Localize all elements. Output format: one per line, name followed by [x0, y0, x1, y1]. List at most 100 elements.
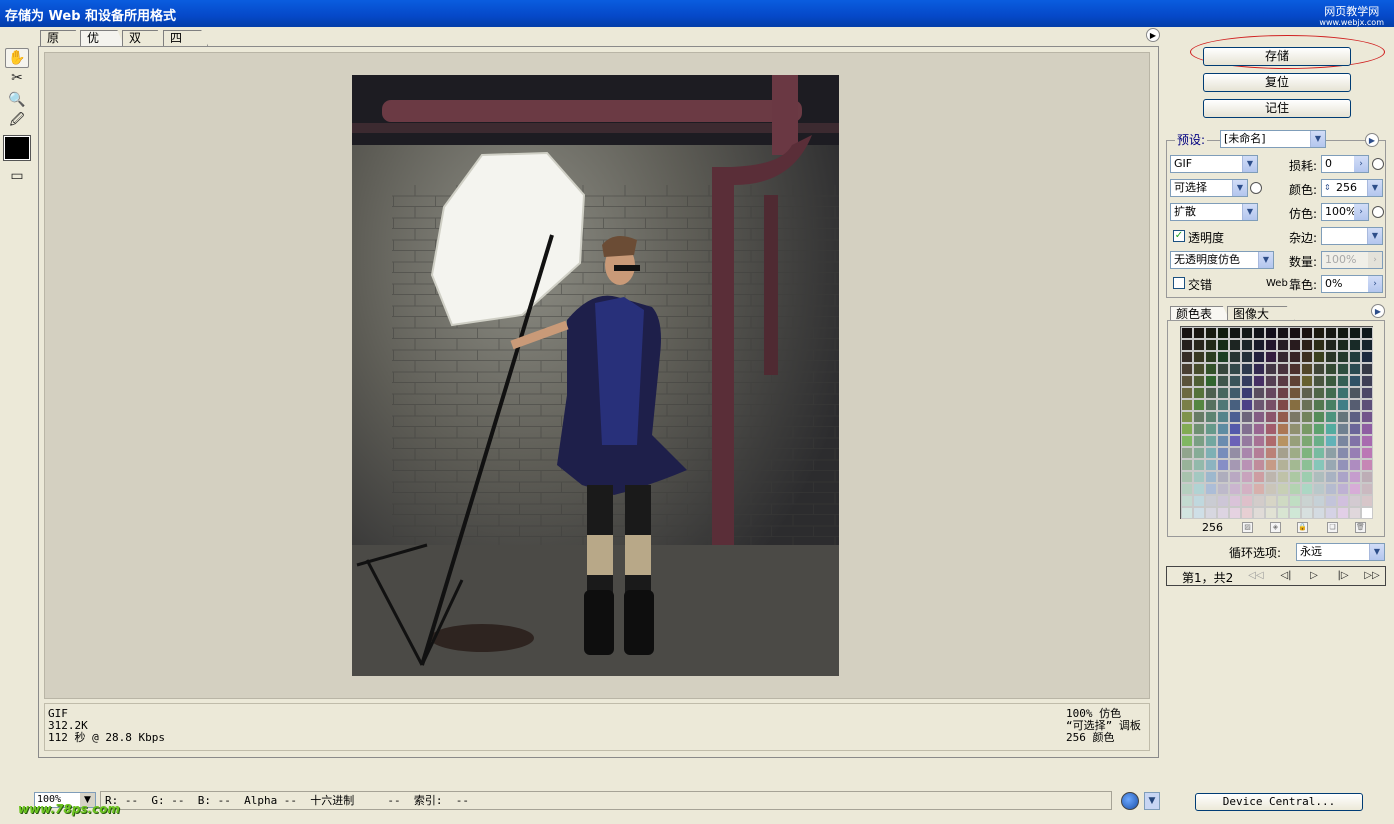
color-swatch[interactable]: [1181, 447, 1193, 459]
color-swatch[interactable]: [1217, 459, 1229, 471]
previous-frame-button[interactable]: ◁|: [1274, 569, 1298, 583]
color-swatch[interactable]: [1205, 339, 1217, 351]
color-swatch[interactable]: [1277, 339, 1289, 351]
color-swatch[interactable]: [1289, 411, 1301, 423]
color-swatch[interactable]: [1289, 399, 1301, 411]
color-swatch[interactable]: [1337, 435, 1349, 447]
color-swatch[interactable]: [1325, 447, 1337, 459]
color-swatch[interactable]: [1265, 351, 1277, 363]
color-swatch[interactable]: [1205, 411, 1217, 423]
color-swatch[interactable]: [1349, 495, 1361, 507]
color-swatch[interactable]: [1337, 423, 1349, 435]
color-swatch[interactable]: [1229, 351, 1241, 363]
color-swatch[interactable]: [1289, 339, 1301, 351]
color-swatch[interactable]: [1241, 339, 1253, 351]
color-swatch[interactable]: [1301, 363, 1313, 375]
color-swatch[interactable]: [1337, 447, 1349, 459]
color-swatch[interactable]: [1253, 423, 1265, 435]
color-swatch[interactable]: [1337, 399, 1349, 411]
transparency-dither-select[interactable]: 无透明度仿色 ▼: [1170, 251, 1274, 269]
first-frame-button[interactable]: ◁◁: [1244, 569, 1268, 583]
color-swatch[interactable]: [1301, 351, 1313, 363]
color-swatch[interactable]: [1193, 495, 1205, 507]
color-swatch[interactable]: [1301, 507, 1313, 519]
color-swatch[interactable]: [1361, 507, 1373, 519]
matte-select[interactable]: ▼: [1321, 227, 1383, 245]
color-swatch[interactable]: [1337, 507, 1349, 519]
color-swatch[interactable]: [1361, 483, 1373, 495]
color-swatch[interactable]: [1313, 375, 1325, 387]
color-swatch[interactable]: [1349, 327, 1361, 339]
color-swatch[interactable]: [1277, 387, 1289, 399]
color-swatch[interactable]: [1193, 471, 1205, 483]
color-swatch[interactable]: [1193, 339, 1205, 351]
color-swatch[interactable]: [1217, 411, 1229, 423]
color-swatch[interactable]: [1181, 375, 1193, 387]
optimize-menu-button[interactable]: ▶: [1365, 133, 1379, 147]
color-swatch[interactable]: [1241, 327, 1253, 339]
color-swatch[interactable]: [1277, 375, 1289, 387]
color-swatch[interactable]: [1289, 375, 1301, 387]
color-swatch[interactable]: [1229, 459, 1241, 471]
color-swatch[interactable]: [1301, 411, 1313, 423]
color-swatch[interactable]: [1277, 435, 1289, 447]
color-swatch[interactable]: [1325, 423, 1337, 435]
lossy-field[interactable]: 0 ›: [1321, 155, 1369, 173]
color-swatch[interactable]: [1217, 471, 1229, 483]
color-swatch[interactable]: [1277, 351, 1289, 363]
color-swatch[interactable]: [1349, 399, 1361, 411]
color-swatch[interactable]: [1181, 399, 1193, 411]
color-swatch[interactable]: [1193, 399, 1205, 411]
color-swatch[interactable]: [1217, 483, 1229, 495]
color-swatch[interactable]: [1313, 351, 1325, 363]
color-swatch[interactable]: [1265, 375, 1277, 387]
color-swatch[interactable]: [1205, 399, 1217, 411]
color-swatch[interactable]: [1277, 507, 1289, 519]
color-swatch[interactable]: [1313, 495, 1325, 507]
eyedropper-color-swatch[interactable]: [3, 135, 31, 161]
color-swatch[interactable]: [1325, 375, 1337, 387]
color-swatch[interactable]: [1241, 447, 1253, 459]
color-swatch[interactable]: [1349, 423, 1361, 435]
color-swatch[interactable]: [1301, 471, 1313, 483]
tab-optimized[interactable]: 优化: [80, 30, 124, 46]
color-swatch[interactable]: [1205, 495, 1217, 507]
color-swatch[interactable]: [1253, 435, 1265, 447]
color-swatch[interactable]: [1325, 399, 1337, 411]
color-swatch[interactable]: [1229, 375, 1241, 387]
color-swatch[interactable]: [1217, 375, 1229, 387]
color-swatch[interactable]: [1217, 363, 1229, 375]
zoom-tool[interactable]: 🔍: [5, 90, 29, 110]
color-swatch[interactable]: [1181, 435, 1193, 447]
color-swatch[interactable]: [1313, 339, 1325, 351]
remember-button[interactable]: 记住: [1203, 99, 1351, 118]
color-swatch[interactable]: [1325, 459, 1337, 471]
color-swatch[interactable]: [1229, 423, 1241, 435]
color-swatch[interactable]: [1181, 495, 1193, 507]
color-swatch[interactable]: [1217, 447, 1229, 459]
color-swatch[interactable]: [1301, 435, 1313, 447]
color-swatch[interactable]: [1253, 483, 1265, 495]
websnap-field[interactable]: 0% ›: [1321, 275, 1383, 293]
color-swatch[interactable]: [1241, 423, 1253, 435]
color-swatch[interactable]: [1193, 327, 1205, 339]
color-swatch[interactable]: [1253, 447, 1265, 459]
color-swatch[interactable]: [1337, 387, 1349, 399]
color-swatch[interactable]: [1181, 483, 1193, 495]
tab-4up[interactable]: 四联: [163, 30, 208, 46]
color-swatch[interactable]: [1289, 363, 1301, 375]
color-swatch[interactable]: [1253, 399, 1265, 411]
color-swatch[interactable]: [1265, 495, 1277, 507]
color-swatch[interactable]: [1181, 507, 1193, 519]
color-swatch[interactable]: [1253, 375, 1265, 387]
color-swatch[interactable]: [1337, 483, 1349, 495]
color-swatch[interactable]: [1361, 399, 1373, 411]
dither-algorithm-select[interactable]: 扩散 ▼: [1170, 203, 1258, 221]
eyedropper-tool[interactable]: 🖉: [5, 111, 29, 131]
tab-original[interactable]: 原稿: [40, 30, 82, 46]
color-swatch[interactable]: [1229, 483, 1241, 495]
color-swatch[interactable]: [1349, 339, 1361, 351]
color-swatch[interactable]: [1229, 363, 1241, 375]
color-swatch[interactable]: [1337, 351, 1349, 363]
color-swatch[interactable]: [1325, 363, 1337, 375]
